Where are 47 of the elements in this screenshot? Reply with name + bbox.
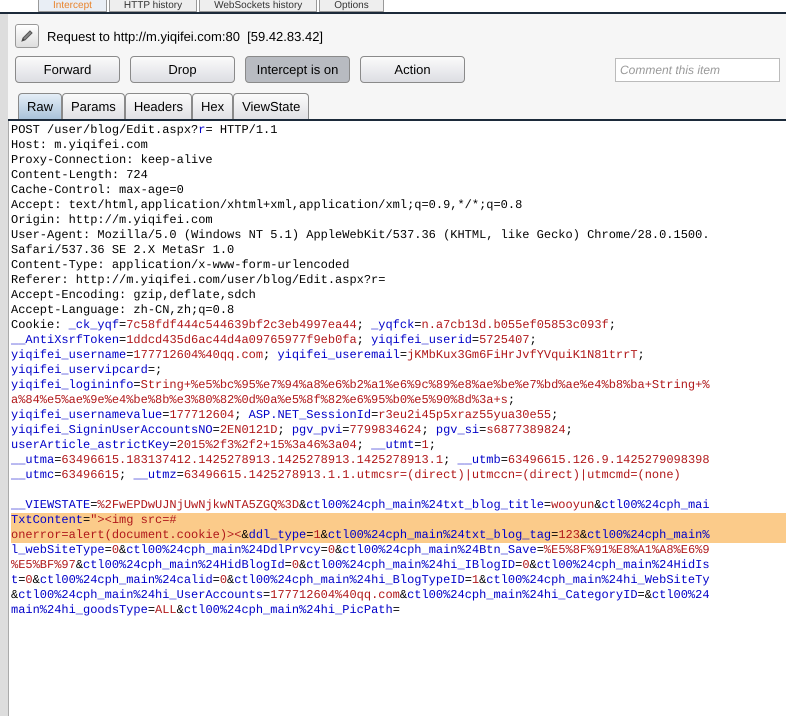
code-line: t=0&ctl00%24cph_main%24calid=0&ctl00%24cph_main%24hi_BlogTypeID=1&ctl00%24cph_main%24hi_WebSiteTy [11,573,711,588]
code-line: __utma=63496615.183137412.1425278913.1425278913.1425278913.1; __utmb=63496615.126.9.1425279098398 [11,453,711,468]
code-line: Accept: text/html,application/xhtml+xml,application/xml;q=0.9,*/*;q=0.8 [11,198,524,213]
tab[interactable]: HTTP history [108,0,198,12]
code-line: Accept-Language: zh-CN,zh;q=0.8 [11,303,236,318]
code-line: &ctl00%24cph_main%24hi_UserAccounts=177712604%40qq.com&ctl00%24cph_main%24hi_CategoryID=&ctl00%24 [11,588,711,603]
code-line: %E5%BF%97&ctl00%24cph_main%24HidBlogId=0&ctl00%24cph_main%24hi_IBlogID=0&ctl00%24cph_main%24HidIs [11,558,711,573]
code-line: __AntiXsrfToken=1ddcd435d6ac44d4a09765977f9eb0fa; yiqifei_userid=5725407; [11,333,538,348]
action-button[interactable]: Forward [15,56,120,83]
action-button[interactable]: Action [360,56,465,83]
code-line: User-Agent: Mozilla/5.0 (Windows NT 5.1) AppleWebKit/537.36 (KHTML, like Gecko) Chrome/28.0.1500. [11,228,711,243]
tab[interactable]: WebSockets history [199,0,318,12]
code-line: l_webSiteType=0&ctl00%24cph_main%24DdlPrvcy=0&ctl00%24cph_main%24Btn_Save=%E5%8F%91%E8%A1%A8%E6%9 [11,543,711,558]
code-line: yiqifei_usernamevalue=177712604; ASP.NET_SessionId=r3eu2i45p5xraz55yua30e55; [11,408,560,423]
comment-field[interactable]: Comment this item [615,58,780,82]
code-line: Cookie: _ck_yqf=7c58fdf444c544639bf2c3eb4997ea44; _yqfck=n.a7cb13d.b055ef05853c093f; [11,318,617,333]
code-line: yiqifei_logininfo=String+%e5%bc%95%e7%94%a8%e6%b2%a1%e6%9c%89%e8%ae%be%e7%bd%ae%e4%b8%ba+String+% [11,378,711,393]
code-line: yiqifei_uservipcard=; [11,363,164,378]
code-line: main%24hi_goodsType=ALL&ctl00%24cph_main%24hi_PicPath= [11,603,401,618]
view-tab[interactable]: Raw [18,93,62,119]
request-label: Request to http://m.yiqifei.com:80 [59.42.83.42] [47,28,324,44]
code-line: Content-Type: application/x-www-form-urlencoded [11,258,350,273]
tab[interactable]: Options [319,0,384,12]
code-line: Referer: http://m.yiqifei.com/user/blog/Edit.aspx?r= [11,273,386,288]
code-line: Accept-Encoding: gzip,deflate,sdch [11,288,257,303]
code-line: Origin: http://m.yiqifei.com [11,213,214,228]
code-line: Proxy-Connection: keep-alive [11,153,214,168]
view-tab[interactable]: ViewState [233,93,310,119]
view-tab[interactable]: Hex [192,93,234,119]
code-line: Content-Length: 724 [11,168,149,183]
code-line: userArticle_astrictKey=2015%2f3%2f2+15%3a46%3a04; __utmt=1; [11,438,437,453]
code-line: Host: m.yiqifei.com [11,138,149,153]
code-line: Cache-Control: max-age=0 [11,183,185,198]
code-line: POST /user/blog/Edit.aspx?r= HTTP/1.1 [11,123,278,138]
action-button[interactable]: Drop [130,56,235,83]
code-line: __utmc=63496615; __utmz=63496615.1425278913.1.1.utmcsr=(direct)|utmccn=(direct)|utmcmd=(none) [11,468,682,483]
code-line: __VIEWSTATE=%2FwEPDwUJNjUwNjkwNTA5ZGQ%3D&ctl00%24cph_main%24txt_blog_title=wooyun&ctl00%24cph_mai [11,497,711,513]
action-button[interactable]: Intercept is on [245,56,350,83]
code-line: a%84%e5%ae%9e%e4%be%8b%e3%80%82%0d%0a%e5%8f%82%e6%95%b0%e5%90%8d%3a+s; [11,393,516,408]
code-line: yiqifei_username=177712604%40qq.com; yiqifei_useremail=jKMbKux3Gm6FiHrJvfYVquiK1N81trrT; [11,348,646,363]
edit-button[interactable] [15,24,39,48]
view-tab[interactable]: Headers [124,93,192,119]
request-editor[interactable] [8,121,786,716]
view-tab[interactable]: Params [62,93,125,119]
code-line: yiqifei_SigninUserAccountsNO=2EN0121D; pgv_pvi=7799834624; pgv_si=s6877389824; [11,423,574,438]
pencil-icon [19,28,35,44]
code-line: Safari/537.36 SE 2.X MetaSr 1.0 [11,243,236,258]
